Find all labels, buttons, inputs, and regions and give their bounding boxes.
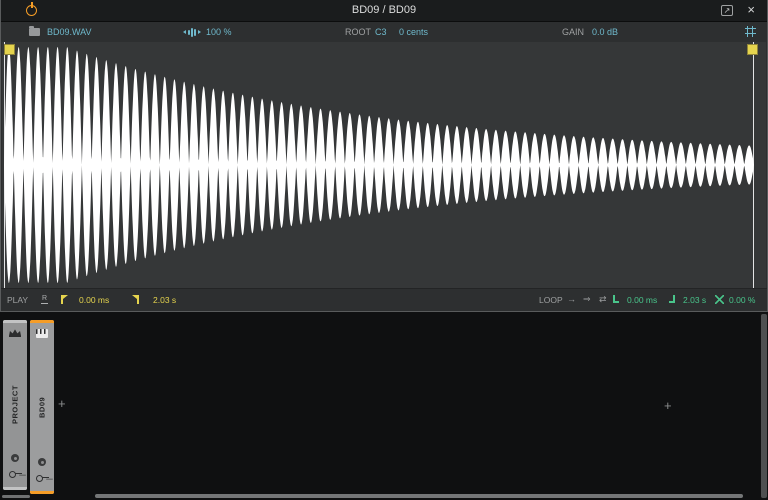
root-cents-value[interactable]: 0 cents [399, 27, 428, 37]
root-label: ROOT [345, 27, 371, 37]
project-meter-icon[interactable] [11, 454, 19, 462]
root-note-value[interactable]: C3 [375, 27, 387, 37]
vertical-scrollbar[interactable] [761, 314, 767, 498]
loop-on-icon[interactable]: ⇒ [583, 294, 591, 305]
zoom-waveform-icon[interactable] [183, 27, 201, 37]
zoom-value[interactable]: 100 % [206, 27, 232, 37]
play-label: PLAY [7, 295, 29, 305]
tab-track-bd09[interactable]: BD09 [30, 320, 54, 494]
play-end-flag-icon[interactable] [132, 295, 139, 304]
loop-end-icon[interactable] [669, 295, 675, 303]
loop-end-value[interactable]: 2.03 s [683, 295, 706, 305]
waveform [4, 46, 754, 284]
browse-sample-icon[interactable] [29, 25, 40, 36]
editor-toolbar: BD09.WAV 100 % ROOT C3 0 cents GAIN 0.0 … [1, 22, 767, 42]
close-icon[interactable]: × [747, 3, 755, 16]
window-title: BD09 / BD09 [351, 4, 417, 16]
sample-editor-panel: BD09 / BD09 ↗ × BD09.WAV 100 % ROOT C3 0… [0, 0, 768, 312]
track-color-bottom-strip [30, 491, 54, 494]
track-meter-icon[interactable] [38, 458, 46, 466]
loop-off-icon[interactable]: → [567, 294, 576, 304]
horizontal-scrollbar[interactable] [95, 494, 743, 498]
bitwig-sampler-window: BD09 / BD09 ↗ × BD09.WAV 100 % ROOT C3 0… [0, 0, 768, 500]
fit-view-icon[interactable] [745, 26, 756, 37]
loop-label: LOOP [539, 295, 563, 305]
add-device-button[interactable]: + [664, 398, 672, 413]
start-handle[interactable] [4, 44, 15, 55]
add-track-button[interactable]: + [58, 396, 66, 411]
play-end-value[interactable]: 2.03 s [153, 295, 176, 305]
end-handle[interactable] [747, 44, 758, 55]
tab-project[interactable]: PROJECT [3, 320, 27, 490]
gain-label: GAIN [562, 27, 585, 37]
loop-start-value[interactable]: 0.00 ms [627, 295, 657, 305]
loop-pingpong-icon[interactable]: ⇄ [599, 294, 607, 305]
loop-crossfade-value[interactable]: 0.00 % [729, 295, 755, 305]
loop-crossfade-icon[interactable] [715, 295, 724, 304]
gain-value[interactable]: 0.0 dB [592, 27, 618, 37]
editor-transport-row: PLAY R 0.00 ms 2.03 s LOOP → ⇒ ⇄ 0.00 ms… [1, 288, 767, 310]
track-tab-label: BD09 [37, 396, 47, 418]
editor-titlebar: BD09 / BD09 ↗ × [1, 0, 767, 22]
device-chain-area: PROJECT BD09 + BD09 [0, 312, 768, 500]
sample-file-name[interactable]: BD09.WAV [47, 27, 92, 37]
restore-icon[interactable]: R [41, 295, 49, 304]
waveform-display[interactable] [2, 42, 766, 288]
play-start-flag-icon[interactable] [61, 295, 68, 304]
tab-scrollbar-thumb[interactable] [2, 495, 30, 498]
loop-start-icon[interactable] [613, 295, 619, 303]
detach-window-icon[interactable]: ↗ [721, 5, 733, 16]
project-tab-bottom-strip [3, 487, 27, 490]
project-key-icon[interactable] [9, 470, 22, 478]
project-tab-label: PROJECT [10, 385, 20, 425]
track-key-icon[interactable] [36, 474, 49, 482]
play-start-value[interactable]: 0.00 ms [79, 295, 109, 305]
